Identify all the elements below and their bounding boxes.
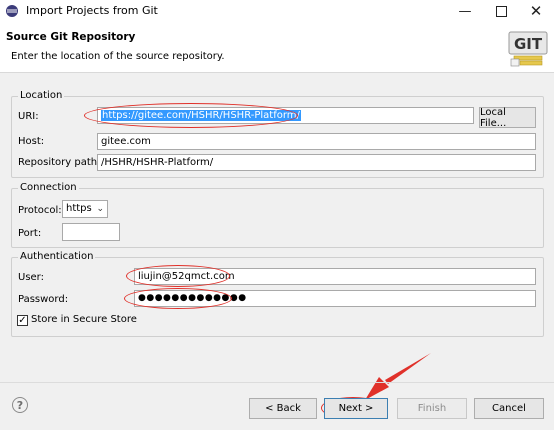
eclipse-app-icon: [6, 5, 18, 17]
port-label: Port:: [18, 228, 42, 239]
store-secure-label: Store in Secure Store: [31, 314, 137, 325]
password-input[interactable]: ●●●●●●●●●●●●●: [134, 290, 536, 307]
user-input[interactable]: liujin@52qmct.com: [134, 268, 536, 285]
close-icon[interactable]: ✕: [518, 0, 554, 22]
page-description: Enter the location of the source reposit…: [11, 51, 225, 62]
git-logo-text: GIT: [514, 35, 543, 53]
password-label: Password:: [18, 294, 69, 305]
help-icon[interactable]: ?: [12, 397, 28, 413]
chevron-down-icon: ⌄: [96, 204, 104, 214]
maximize-icon[interactable]: [483, 0, 519, 22]
finish-button: Finish: [397, 398, 467, 419]
back-button[interactable]: < Back: [249, 398, 317, 419]
location-group-label: Location: [18, 90, 65, 101]
user-label: User:: [18, 272, 44, 283]
host-label: Host:: [18, 136, 45, 147]
title-bar: Import Projects from Git — ✕: [0, 0, 554, 22]
minimize-icon[interactable]: —: [447, 0, 483, 22]
host-input[interactable]: gitee.com: [97, 133, 536, 150]
port-input[interactable]: [62, 223, 120, 241]
red-arrow-icon: [365, 353, 431, 400]
page-title: Source Git Repository: [6, 31, 136, 43]
repository-path-label: Repository path:: [18, 157, 101, 168]
local-file-button[interactable]: Local File...: [479, 107, 536, 129]
authentication-group-label: Authentication: [18, 251, 96, 262]
footer-divider: [0, 382, 554, 383]
wizard-header: Source Git Repository Enter the location…: [0, 22, 554, 73]
window-title: Import Projects from Git: [26, 4, 158, 17]
uri-label: URI:: [18, 111, 39, 122]
next-button[interactable]: Next >: [324, 398, 388, 419]
git-logo-icon: GIT: [508, 31, 548, 67]
store-secure-checkbox[interactable]: ✓: [17, 315, 28, 326]
protocol-select[interactable]: https ⌄: [62, 200, 108, 218]
uri-input[interactable]: https://gitee.com/HSHR/HSHR-Platform/: [97, 107, 474, 124]
protocol-label: Protocol:: [18, 205, 62, 216]
uri-value: https://gitee.com/HSHR/HSHR-Platform/: [101, 110, 301, 121]
cancel-button[interactable]: Cancel: [474, 398, 544, 419]
connection-group-label: Connection: [18, 182, 79, 193]
protocol-value: https: [66, 203, 92, 214]
repository-path-input[interactable]: /HSHR/HSHR-Platform/: [97, 154, 536, 171]
